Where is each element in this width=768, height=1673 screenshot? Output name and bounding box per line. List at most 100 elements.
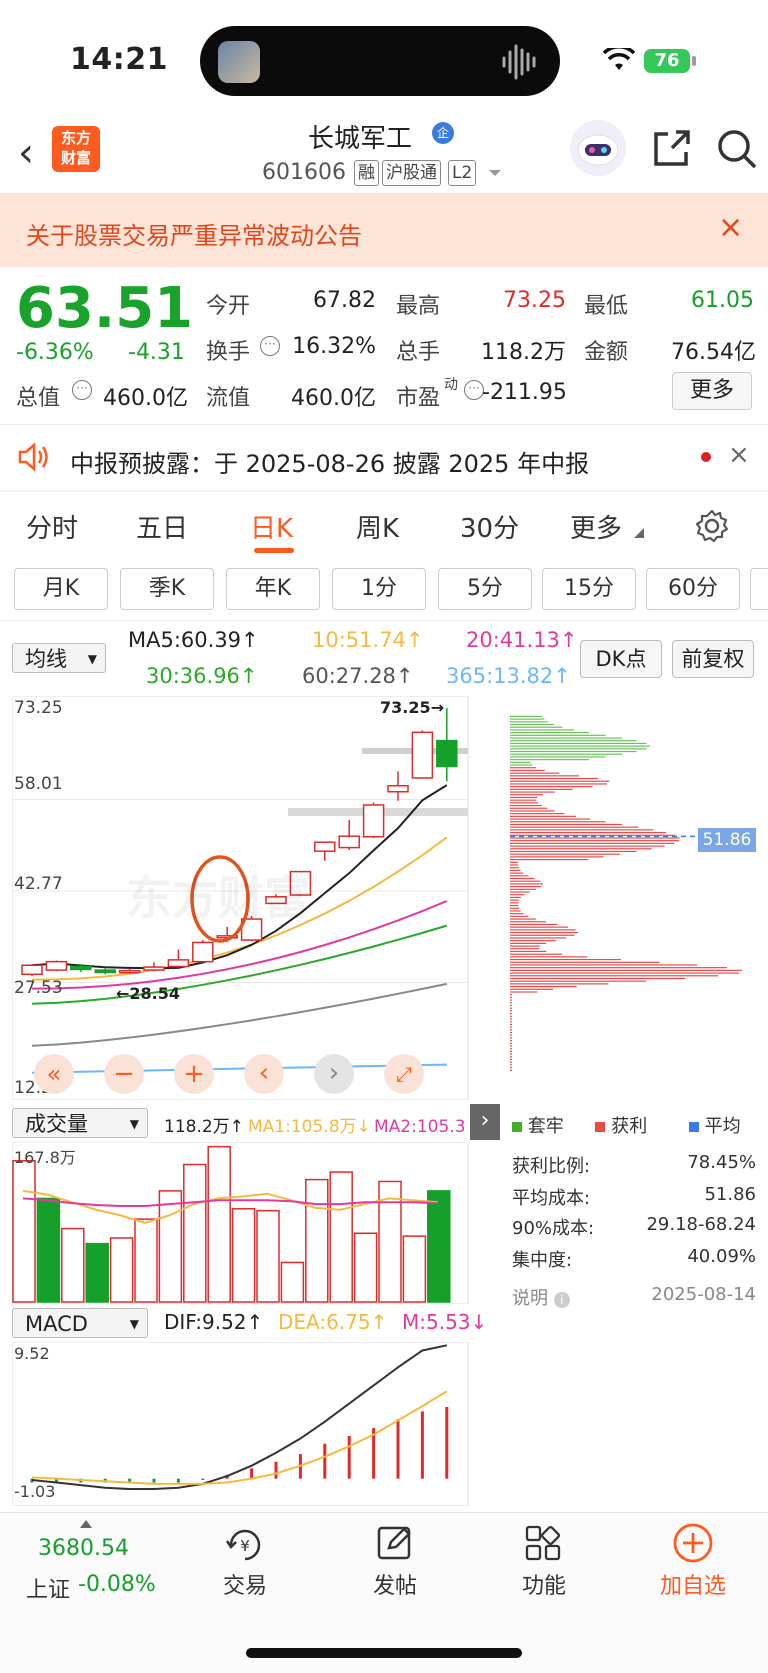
back-icon[interactable]: ‹ <box>18 130 34 176</box>
index-name[interactable]: 上证 <box>26 1572 70 1604</box>
chip-bar <box>510 953 563 955</box>
tab-more[interactable]: 更多 <box>570 508 622 545</box>
chip-bar <box>510 815 577 817</box>
chip-bar <box>510 972 739 974</box>
disclosure-text[interactable]: 中报预披露：于 2025-08-26 披露 2025 年中报 <box>70 444 589 479</box>
chip-bar <box>510 1023 512 1026</box>
chip-bar <box>510 923 558 926</box>
chip-bar <box>510 950 547 953</box>
chip-bar <box>510 780 610 782</box>
period-quarter[interactable]: 季K <box>120 568 214 610</box>
volume-bar <box>12 1160 36 1303</box>
prev-icon[interactable]: ‹ <box>244 1054 284 1094</box>
close-icon[interactable]: × <box>718 210 743 245</box>
macd-dif: DIF:9.52↑ <box>164 1310 264 1334</box>
collapse-icon[interactable]: › <box>470 1104 500 1140</box>
volume-selector[interactable]: 成交量 ▼ <box>12 1108 148 1138</box>
tab-intraday[interactable]: 分时 <box>26 508 78 545</box>
chip-bar <box>510 1048 512 1050</box>
chip-bar <box>510 729 575 731</box>
chip-bar <box>510 910 521 912</box>
chip-bar <box>510 999 512 1001</box>
status-time: 14:21 <box>70 42 168 77</box>
chip-bar <box>510 1018 512 1020</box>
stock-code: 601606 <box>262 160 346 185</box>
chip-note-row[interactable]: 说明 i 2025-08-14 <box>512 1284 756 1310</box>
ma60-line <box>31 982 448 1047</box>
add-watchlist-label[interactable]: 加自选 <box>643 1568 743 1600</box>
close-icon[interactable]: × <box>728 440 750 470</box>
macd-dea: DEA:6.75↑ <box>278 1310 388 1334</box>
volume-bar <box>85 1242 109 1303</box>
volume-bar <box>280 1261 305 1303</box>
notice-text[interactable]: 关于股票交易严重异常波动公告 <box>26 216 362 251</box>
volume-bar <box>183 1163 207 1303</box>
macd-selector[interactable]: MACD ▼ <box>12 1308 148 1338</box>
index-change[interactable]: -0.08% <box>78 1572 156 1597</box>
function-label[interactable]: 功能 <box>494 1568 594 1600</box>
period-60min[interactable]: 60分 <box>646 568 740 610</box>
period-year[interactable]: 年K <box>226 568 320 610</box>
tab-daily-k[interactable]: 日K <box>250 508 293 545</box>
tab-weekly-k[interactable]: 周K <box>356 508 399 545</box>
chip-bar <box>510 750 637 753</box>
trade-icon[interactable]: ¥ <box>225 1526 265 1564</box>
chip-bar <box>510 831 666 834</box>
apps-icon[interactable] <box>524 1524 562 1562</box>
info-icon[interactable]: i <box>553 1292 570 1308</box>
chip-bar <box>510 877 535 880</box>
chip-bar <box>510 1007 512 1009</box>
chip-bar <box>510 888 537 890</box>
chip-bar <box>510 777 599 780</box>
battery-tip <box>692 56 696 66</box>
ma-selector[interactable]: 均线 ▼ <box>12 643 106 673</box>
ai-assistant-avatar[interactable] <box>570 120 626 176</box>
chip-bar <box>510 756 606 758</box>
chip-bar <box>510 718 545 720</box>
info-dots-icon[interactable]: ··· <box>72 380 92 400</box>
period-1min[interactable]: 1分 <box>332 568 426 610</box>
chip-bar <box>510 918 536 920</box>
gear-icon[interactable] <box>694 508 730 544</box>
legend-swatch-trapped <box>512 1122 522 1132</box>
zoom-out-icon[interactable]: − <box>104 1054 144 1094</box>
y-label-max: 73.25 <box>14 698 63 718</box>
chip-bar <box>510 983 609 985</box>
period-month[interactable]: 月K <box>14 568 108 610</box>
more-button[interactable]: 更多 <box>672 372 752 410</box>
chip-bar <box>510 861 519 863</box>
chip-bar <box>510 1015 512 1017</box>
battery-icon: 76 <box>644 49 690 73</box>
search-icon[interactable] <box>716 128 758 170</box>
trade-label[interactable]: 交易 <box>195 1568 295 1600</box>
adjust-button[interactable]: 前复权 <box>672 640 754 678</box>
chip-bar <box>510 723 554 726</box>
info-dots-icon[interactable]: ··· <box>464 380 484 400</box>
chip-bar <box>510 788 573 790</box>
info-dots-icon[interactable]: ··· <box>260 336 280 356</box>
chip-bar <box>510 926 569 928</box>
chevron-down-icon[interactable] <box>488 168 502 178</box>
volume-bar <box>207 1145 231 1303</box>
share-icon[interactable] <box>652 128 692 168</box>
dk-point-button[interactable]: DK点 <box>580 640 662 678</box>
candle-body <box>118 969 141 974</box>
tab-30min[interactable]: 30分 <box>460 508 519 545</box>
period-overflow[interactable] <box>750 568 768 610</box>
post-label[interactable]: 发帖 <box>345 1568 445 1600</box>
post-icon[interactable] <box>376 1524 414 1562</box>
tab-five-day[interactable]: 五日 <box>136 508 188 545</box>
fullscreen-icon[interactable]: ⤢ <box>384 1054 424 1094</box>
add-circle-icon[interactable] <box>672 1522 714 1564</box>
index-value[interactable]: 3680.54 <box>38 1536 129 1561</box>
chip-bar <box>510 767 537 769</box>
period-15min[interactable]: 15分 <box>542 568 636 610</box>
rewind-icon[interactable]: « <box>34 1054 74 1094</box>
y-label-3: 42.77 <box>14 874 63 894</box>
candle-body <box>192 941 214 963</box>
chip-bar <box>510 891 530 893</box>
zoom-in-icon[interactable]: + <box>174 1054 214 1094</box>
period-5min[interactable]: 5分 <box>438 568 532 610</box>
chip-bar <box>510 1045 512 1047</box>
next-icon[interactable]: › <box>314 1054 354 1094</box>
